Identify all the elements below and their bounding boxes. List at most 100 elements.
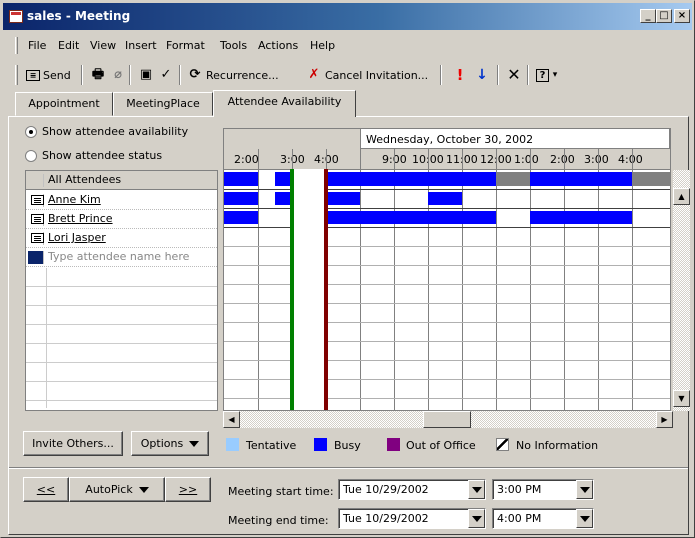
menu-view[interactable]: View (90, 39, 116, 52)
start-date-dropdown[interactable] (468, 480, 485, 499)
tab-meetingplace[interactable]: MeetingPlace (113, 92, 213, 116)
section-divider (9, 467, 688, 469)
send-button[interactable]: ≡ Send (23, 64, 74, 86)
hour-label: 2:00 (234, 153, 259, 166)
end-date-field[interactable]: Tue 10/29/2002 (338, 508, 486, 529)
attendee-name: Brett Prince (48, 212, 113, 225)
free-busy-grid[interactable]: Wednesday, October 30, 2002 2:00 3:00 4:00… (223, 128, 671, 411)
minimize-button[interactable]: _ (640, 9, 656, 23)
no-information-label: No Information (516, 439, 599, 452)
show-availability-radio[interactable]: Show attendee availability (25, 125, 188, 138)
hour-label: 2:00 (550, 153, 575, 166)
options-button[interactable]: Options (131, 431, 209, 456)
toolbar-separator (527, 65, 529, 85)
recurrence-icon: ⟳ (189, 67, 201, 82)
cancel-invitation-button[interactable]: ✗ Cancel Invitation... (303, 64, 431, 86)
menu-edit[interactable]: Edit (58, 39, 79, 52)
list-item[interactable]: Brett Prince (26, 210, 217, 229)
check-names-button[interactable]: ✓ (155, 64, 177, 86)
attach-button[interactable]: ⌀ (107, 64, 129, 86)
maximize-button[interactable]: □ (656, 9, 672, 23)
show-status-radio[interactable]: Show attendee status (25, 149, 162, 162)
menu-help[interactable]: Help (310, 39, 335, 52)
menu-tools[interactable]: Tools (220, 39, 247, 52)
required-attendee-icon (31, 233, 44, 243)
show-availability-label: Show attendee availability (42, 125, 189, 138)
high-importance-button[interactable]: ! (449, 64, 471, 86)
send-icon: ≡ (26, 69, 40, 81)
scroll-up-button[interactable]: ▲ (673, 188, 690, 205)
low-importance-button[interactable]: ↓ (471, 64, 493, 86)
radio-unselected-icon (25, 149, 37, 162)
no-information-block (496, 172, 530, 186)
date-label: Wednesday, October 30, 2002 (366, 133, 534, 146)
attendee-name: Lori Jasper (48, 231, 106, 244)
list-item[interactable]: Anne Kim (26, 191, 217, 210)
scroll-right-button[interactable]: ▶ (656, 411, 673, 428)
dropdown-arrow-icon (471, 486, 482, 493)
start-time-value: 3:00 PM (497, 483, 542, 496)
meeting-end-marker[interactable] (324, 169, 328, 410)
tab-appointment[interactable]: Appointment (15, 92, 113, 116)
paperclip-icon: ⌀ (114, 67, 122, 82)
menu-grip (15, 37, 18, 54)
menu-file[interactable]: File (28, 39, 46, 52)
horizontal-scrollbar[interactable]: ◀ ▶ (223, 411, 673, 428)
start-date-field[interactable]: Tue 10/29/2002 (338, 479, 486, 500)
vertical-scrollbar[interactable]: ▲ ▼ (673, 170, 690, 411)
menu-actions[interactable]: Actions (258, 39, 298, 52)
print-button[interactable]: 🖶 (87, 64, 109, 86)
close-button[interactable]: × (674, 9, 690, 23)
start-time-dropdown[interactable] (576, 480, 593, 499)
end-date-dropdown[interactable] (468, 509, 485, 528)
help-icon: ? (536, 68, 549, 82)
meeting-start-marker[interactable] (290, 169, 294, 410)
delete-icon: ✕ (507, 65, 521, 84)
scroll-down-button[interactable]: ▼ (673, 390, 690, 407)
menu-insert[interactable]: Insert (125, 39, 157, 52)
help-button[interactable]: ? ▾ (533, 64, 561, 86)
scroll-left-button[interactable]: ◀ (223, 411, 240, 428)
recurrence-button[interactable]: ⟳ Recurrence... (184, 64, 282, 86)
column-divider (46, 268, 47, 408)
busy-block (224, 211, 258, 224)
menu-format[interactable]: Format (166, 39, 205, 52)
printer-icon: 🖶 (91, 67, 105, 82)
date-header: Wednesday, October 30, 2002 (360, 129, 670, 149)
no-information-swatch (496, 438, 509, 451)
invite-others-button[interactable]: Invite Others... (23, 431, 123, 456)
autopick-label: AutoPick (85, 483, 133, 496)
dropdown-arrow-icon (471, 515, 482, 522)
tab-attendee-availability[interactable]: Attendee Availability (213, 90, 356, 117)
dropdown-arrow-icon (189, 440, 200, 447)
autopick-button[interactable]: AutoPick (69, 477, 165, 502)
autopick-next-button[interactable]: >> (165, 477, 211, 502)
busy-label: Busy (334, 439, 361, 452)
send-label: Send (43, 68, 71, 82)
busy-block (326, 211, 496, 224)
address-book-button[interactable]: ▣ (135, 64, 157, 86)
cancel-invitation-label: Cancel Invitation... (325, 68, 429, 82)
scroll-thumb[interactable] (423, 411, 471, 428)
busy-block (224, 192, 258, 205)
new-attendee-input[interactable]: Type attendee name here (48, 250, 189, 263)
required-attendee-icon (31, 214, 44, 224)
toolbar-separator (497, 65, 499, 85)
list-item[interactable]: Lori Jasper (26, 229, 217, 248)
hour-label: 4:00 (618, 153, 643, 166)
toolbar-separator (129, 65, 131, 85)
delete-button[interactable]: ✕ (503, 64, 525, 86)
end-time-value: 4:00 PM (497, 512, 542, 525)
hour-label: 3:00 (584, 153, 609, 166)
out-of-office-label: Out of Office (406, 439, 476, 452)
all-attendees-header[interactable]: All Attendees (26, 171, 217, 190)
cancel-invitation-icon: ✗ (308, 67, 320, 82)
new-attendee-row[interactable]: Type attendee name here (26, 248, 217, 267)
autopick-previous-button[interactable]: << (23, 477, 69, 502)
title-bar[interactable]: sales - Meeting _ □ × (3, 3, 692, 30)
end-time-dropdown[interactable] (576, 509, 593, 528)
busy-block (360, 172, 496, 186)
check-names-icon: ✓ (160, 67, 172, 82)
tentative-label: Tentative (246, 439, 297, 452)
menu-bar: File Edit View Insert Format Tools Actio… (3, 33, 692, 57)
